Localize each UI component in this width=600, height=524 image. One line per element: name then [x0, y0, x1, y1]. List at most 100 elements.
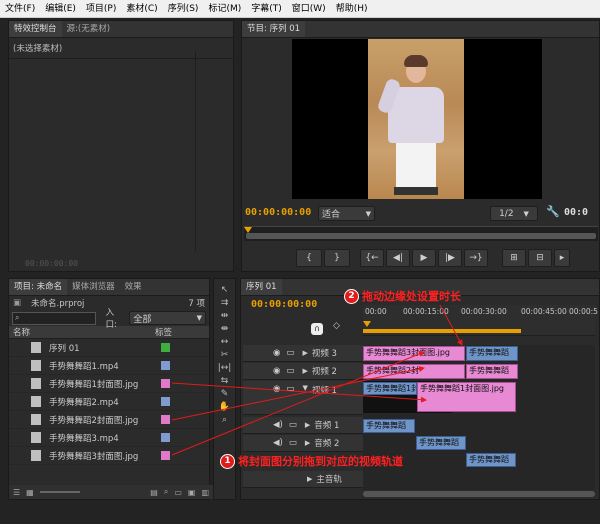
- eye-icon[interactable]: ◉: [273, 348, 280, 358]
- clip-v1-video[interactable]: 手势舞舞蹈1封: [363, 382, 417, 395]
- timeline-ruler[interactable]: 00:00 00:00:15:00 00:00:30:00 00:00:45:0…: [363, 305, 598, 336]
- menu-sequence[interactable]: 序列(S): [163, 0, 204, 18]
- menu-edit[interactable]: 编辑(E): [40, 0, 81, 18]
- snap-icon[interactable]: ∩: [311, 323, 323, 335]
- mark-out-button[interactable]: }: [324, 249, 350, 267]
- speaker-icon[interactable]: ◀): [273, 438, 283, 448]
- rolling-edit-tool-icon[interactable]: ⇼: [221, 324, 229, 334]
- track-header-v3[interactable]: ◉ ▭ ▶ 视频 3: [243, 345, 363, 362]
- expand-icon[interactable]: ▶: [302, 349, 307, 357]
- expand-icon[interactable]: ▶: [307, 475, 312, 483]
- clip-a2-a[interactable]: 手势舞舞蹈: [416, 436, 466, 450]
- menu-project[interactable]: 项目(P): [81, 0, 121, 18]
- export-frame-button[interactable]: ▸: [554, 249, 570, 267]
- razor-tool-icon[interactable]: ✂: [221, 350, 229, 360]
- eye-icon[interactable]: ◉: [273, 366, 280, 376]
- search-input[interactable]: ⌕: [12, 311, 96, 325]
- track-header-v1[interactable]: ◉ ▭ ▼ 视频 1: [243, 381, 363, 415]
- track-select-tool-icon[interactable]: ⇉: [221, 298, 229, 308]
- clip-v2-cover[interactable]: 手势舞舞蹈2封: [363, 364, 465, 379]
- clip-a1[interactable]: 手势舞舞蹈: [363, 419, 415, 433]
- column-name[interactable]: 名称: [13, 326, 155, 338]
- clip-v1-cover[interactable]: 手势舞舞蹈1封面图.jpg: [417, 382, 516, 412]
- marker-icon[interactable]: ◇: [333, 321, 340, 331]
- clip-v2-video[interactable]: 手势舞舞蹈: [466, 364, 518, 379]
- go-to-out-button[interactable]: →}: [464, 249, 488, 267]
- play-button[interactable]: ▶: [412, 249, 436, 267]
- menu-help[interactable]: 帮助(H): [331, 0, 373, 18]
- program-timecode: 00:00:00:00: [245, 207, 312, 218]
- icon-view-icon[interactable]: ▦: [26, 488, 34, 497]
- lock-icon[interactable]: ▭: [289, 420, 297, 430]
- menu-marker[interactable]: 标记(M): [203, 0, 246, 18]
- selection-tool-icon[interactable]: ↖: [221, 285, 229, 295]
- speaker-icon[interactable]: ◀): [273, 420, 283, 430]
- timeline-scrollbar[interactable]: [363, 491, 595, 497]
- lock-icon[interactable]: ▭: [286, 384, 294, 394]
- menu-clip[interactable]: 素材(C): [121, 0, 162, 18]
- zoom-slider[interactable]: [39, 491, 80, 493]
- entry-dropdown[interactable]: 全部 ▼: [129, 311, 207, 325]
- lock-icon[interactable]: ▭: [286, 348, 294, 358]
- slide-tool-icon[interactable]: ⇆: [221, 376, 229, 386]
- search-icon[interactable]: ⌕: [164, 487, 168, 497]
- list-item[interactable]: 手势舞舞蹈3.mp4: [9, 429, 209, 447]
- hand-tool-icon[interactable]: ✋: [219, 402, 230, 412]
- expand-icon[interactable]: ▶: [305, 421, 310, 429]
- track-header-a2[interactable]: ◀) ▭ ▶ 音频 2: [243, 435, 363, 452]
- ripple-edit-tool-icon[interactable]: ⇹: [221, 311, 229, 321]
- list-item[interactable]: 手势舞舞蹈1.mp4: [9, 357, 209, 375]
- pen-tool-icon[interactable]: ✎: [221, 389, 229, 399]
- program-scrubber[interactable]: [244, 226, 598, 241]
- eye-icon[interactable]: ◉: [273, 384, 280, 394]
- quality-dropdown[interactable]: 1/2 ▼: [490, 206, 538, 221]
- playhead-icon[interactable]: [363, 321, 371, 327]
- step-forward-button[interactable]: |▶: [438, 249, 462, 267]
- rate-stretch-tool-icon[interactable]: ↔: [221, 337, 229, 347]
- menu-file[interactable]: 文件(F): [0, 0, 40, 18]
- column-label[interactable]: 标签: [155, 326, 172, 338]
- zoom-tool-icon[interactable]: ⌕: [222, 415, 227, 425]
- lock-icon[interactable]: ▭: [286, 366, 294, 376]
- work-area-bar[interactable]: [363, 329, 521, 333]
- wrench-icon[interactable]: 🔧: [546, 205, 560, 218]
- fit-dropdown[interactable]: 适合 ▼: [318, 206, 375, 221]
- track-header-a1[interactable]: ◀) ▭ ▶ 音频 1: [243, 417, 363, 434]
- lock-icon[interactable]: ▭: [289, 438, 297, 448]
- new-bin-icon[interactable]: ▭: [174, 488, 182, 497]
- go-to-in-button[interactable]: {←: [360, 249, 384, 267]
- automate-icon[interactable]: ▤: [150, 488, 158, 497]
- track-header-master[interactable]: ▶ 主音轨: [243, 471, 363, 488]
- expand-icon[interactable]: ▼: [302, 384, 307, 392]
- track-header-v2[interactable]: ◉ ▭ ▶ 视频 2: [243, 363, 363, 380]
- new-item-icon[interactable]: ▣: [188, 488, 196, 497]
- tab-effect-controls[interactable]: 特效控制台: [9, 21, 62, 37]
- person-pants: [396, 143, 436, 189]
- lift-button[interactable]: ⊞: [502, 249, 526, 267]
- list-item[interactable]: 手势舞舞蹈3封面图.jpg: [9, 447, 209, 465]
- step-back-button[interactable]: ◀|: [386, 249, 410, 267]
- tab-media-browser[interactable]: 媒体浏览器: [67, 279, 120, 295]
- slip-tool-icon[interactable]: |↔|: [218, 363, 232, 373]
- tab-effects[interactable]: 效果: [120, 279, 147, 295]
- tab-project[interactable]: 项目: 未命名: [9, 279, 68, 295]
- list-item[interactable]: 手势舞舞蹈1封面图.jpg: [9, 375, 209, 393]
- list-view-icon[interactable]: ☰: [13, 488, 20, 497]
- expand-icon[interactable]: ▶: [302, 367, 307, 375]
- list-item[interactable]: 序列 01: [9, 339, 209, 357]
- clip-a2-b[interactable]: 手势舞舞蹈: [466, 453, 516, 467]
- menu-window[interactable]: 窗口(W): [287, 0, 331, 18]
- extract-button[interactable]: ⊟: [528, 249, 552, 267]
- tab-program[interactable]: 节目: 序列 01: [242, 21, 306, 37]
- clip-v3-cover[interactable]: 手势舞舞蹈3封面图.jpg: [363, 346, 465, 361]
- tab-sequence[interactable]: 序列 01: [241, 279, 282, 295]
- mark-in-button[interactable]: {: [296, 249, 322, 267]
- list-item[interactable]: 手势舞舞蹈2封面图.jpg: [9, 411, 209, 429]
- menu-title[interactable]: 字幕(T): [246, 0, 287, 18]
- zoom-bar[interactable]: [246, 233, 596, 239]
- clip-v3-video[interactable]: 手势舞舞蹈: [466, 346, 518, 361]
- tab-source[interactable]: 源:(无素材): [62, 21, 116, 37]
- clear-icon[interactable]: ▥: [201, 488, 209, 497]
- expand-icon[interactable]: ▶: [305, 439, 310, 447]
- list-item[interactable]: 手势舞舞蹈2.mp4: [9, 393, 209, 411]
